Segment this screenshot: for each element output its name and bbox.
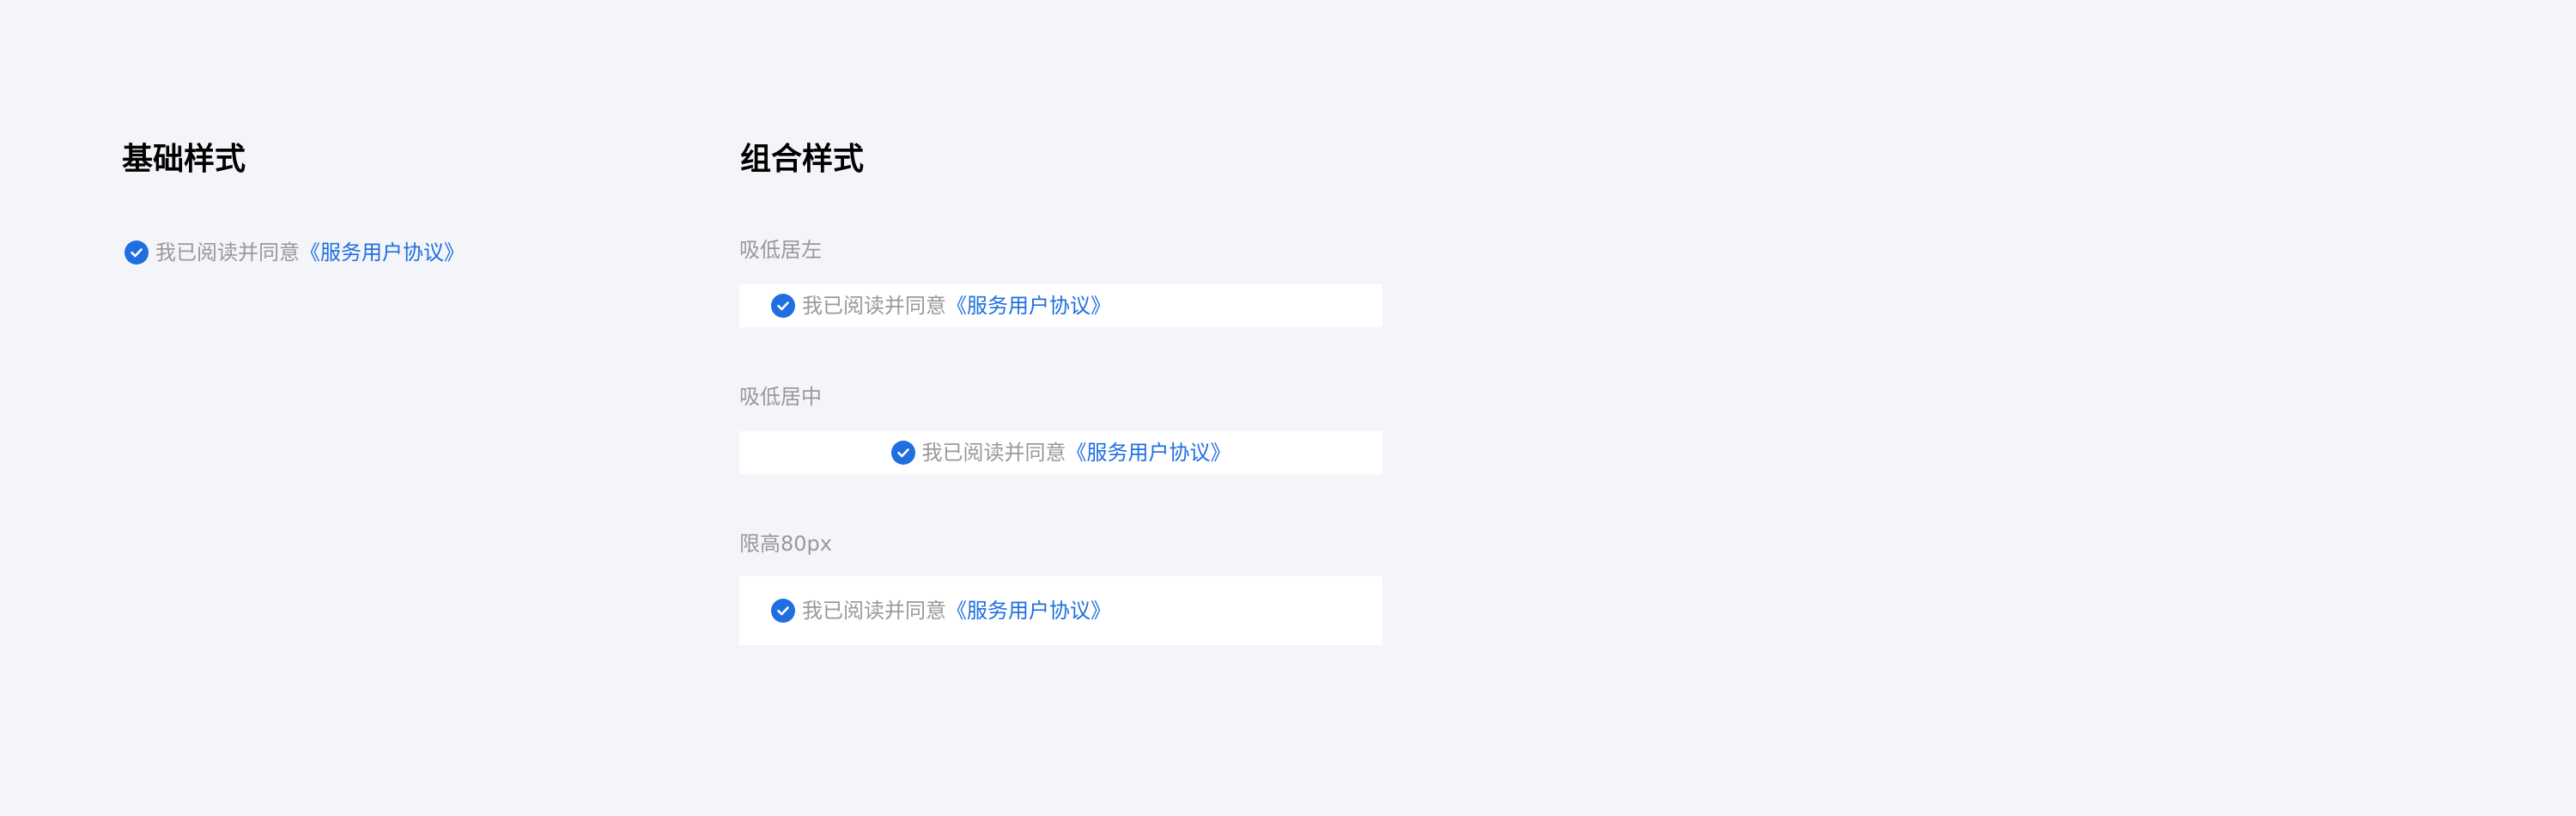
- service-agreement-link[interactable]: 《服务用户协议》: [300, 240, 465, 265]
- checked-circle-icon[interactable]: [890, 441, 915, 465]
- agreement-bottom-center: 我已阅读并同意 《服务用户协议》: [890, 440, 1231, 466]
- agreement-text: 我已阅读并同意: [155, 241, 300, 265]
- checked-circle-icon[interactable]: [771, 294, 795, 318]
- service-agreement-link[interactable]: 《服务用户协议》: [946, 598, 1111, 624]
- agreement-basic: 我已阅读并同意 《服务用户协议》: [125, 240, 465, 265]
- group-label-max-height: 限高80px: [739, 532, 832, 556]
- checked-circle-icon[interactable]: [125, 241, 149, 265]
- service-agreement-link[interactable]: 《服务用户协议》: [946, 293, 1111, 319]
- demo-box-bottom-left: 我已阅读并同意 《服务用户协议》: [739, 284, 1382, 327]
- agreement-text: 我已阅读并同意: [802, 294, 946, 318]
- section-title-basic: 基础样式: [122, 142, 246, 177]
- agreement-max-height: 我已阅读并同意 《服务用户协议》: [771, 598, 1111, 624]
- checked-circle-icon[interactable]: [771, 599, 795, 623]
- group-label-bottom-center: 吸低居中: [739, 385, 822, 409]
- demo-box-max-height: 我已阅读并同意 《服务用户协议》: [739, 576, 1382, 645]
- agreement-text: 我已阅读并同意: [921, 441, 1066, 465]
- demo-box-bottom-center: 我已阅读并同意 《服务用户协议》: [739, 431, 1382, 474]
- agreement-text: 我已阅读并同意: [802, 599, 946, 623]
- service-agreement-link[interactable]: 《服务用户协议》: [1066, 440, 1231, 466]
- agreement-bottom-left: 我已阅读并同意 《服务用户协议》: [771, 293, 1111, 319]
- group-label-bottom-left: 吸低居左: [739, 238, 822, 262]
- section-title-combo: 组合样式: [740, 142, 865, 177]
